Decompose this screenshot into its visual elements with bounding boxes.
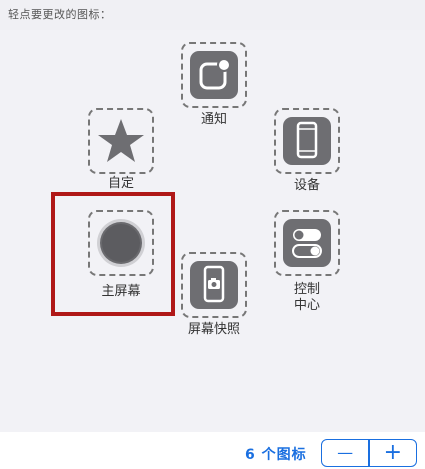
- tile-custom[interactable]: [88, 108, 154, 174]
- tile-device[interactable]: [274, 108, 340, 174]
- tile-control-center[interactable]: [274, 210, 340, 276]
- increase-button[interactable]: +: [370, 440, 416, 466]
- notification-badge-icon: [190, 51, 238, 99]
- phone-device-icon: [283, 117, 331, 165]
- tile-control-center-label: 控制 中心: [293, 282, 320, 313]
- toggle-switch-icon: [283, 219, 331, 267]
- selected-tile-highlight: [51, 192, 175, 316]
- tile-notification[interactable]: [181, 42, 247, 108]
- tile-screenshot-label: 屏幕快照: [187, 322, 240, 337]
- star-icon: [98, 119, 144, 162]
- icon-count-stepper: — +: [321, 439, 417, 467]
- tile-device-label: 设备: [293, 178, 320, 193]
- tile-custom-label: 自定: [107, 176, 134, 191]
- tile-screenshot[interactable]: [181, 252, 247, 318]
- tile-notification-label: 通知: [200, 112, 227, 127]
- camera-phone-icon: [190, 261, 238, 309]
- instruction-text: 轻点要更改的图标：: [8, 8, 112, 21]
- icon-count-label: 6 个图标: [245, 447, 307, 463]
- decrease-button[interactable]: —: [322, 440, 368, 466]
